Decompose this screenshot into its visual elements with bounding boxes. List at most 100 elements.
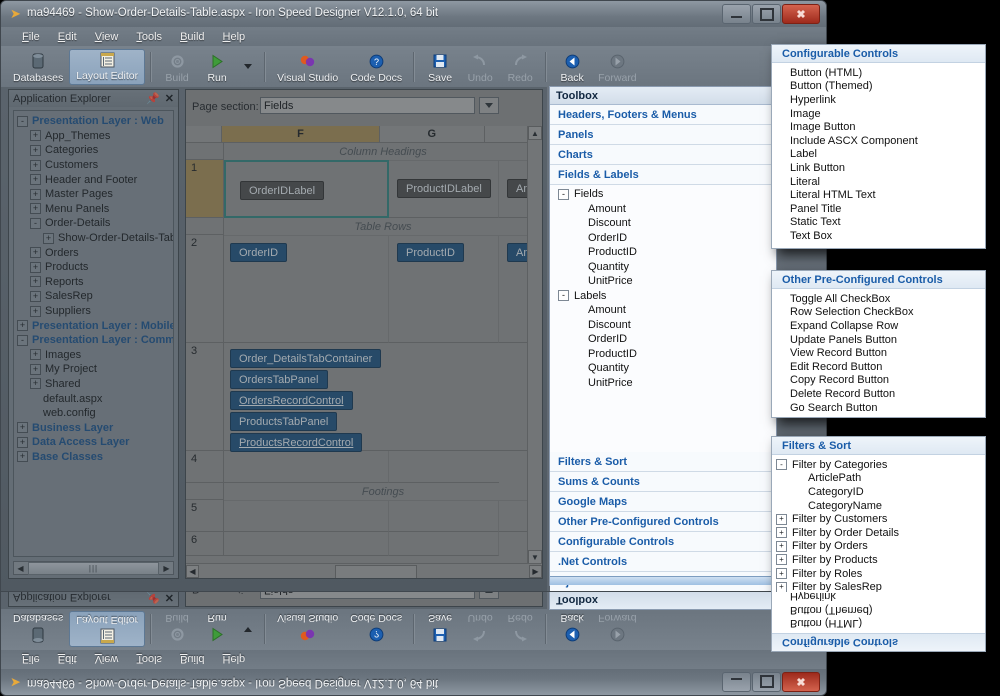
expand-icon[interactable]: +: [30, 160, 41, 171]
redo-button[interactable]: Redo: [500, 48, 540, 86]
grid-cell-F2[interactable]: OrderID: [224, 235, 389, 343]
row-header-1[interactable]: 1: [186, 160, 224, 218]
tree-node-images[interactable]: +Images: [17, 348, 173, 363]
expand-icon[interactable]: +: [30, 247, 41, 258]
toolbox-section-sums-counts[interactable]: Sums & Counts: [550, 472, 776, 492]
menu-item-help[interactable]: Help: [214, 30, 255, 44]
tree-node-shared[interactable]: +Shared: [17, 377, 173, 392]
reflection-minimize-button[interactable]: [722, 672, 751, 692]
collapse-icon[interactable]: -: [776, 459, 787, 470]
popup-item-row-selection-checkbox[interactable]: Row Selection CheckBox: [772, 306, 985, 320]
tree-node-salesrep[interactable]: +SalesRep: [17, 289, 173, 304]
run-dropdown-button[interactable]: [237, 48, 259, 86]
control-order-detailstabcontainer[interactable]: Order_DetailsTabContainer: [230, 349, 381, 368]
scroll-left-icon[interactable]: ◀: [186, 565, 199, 578]
column-header-blank-0[interactable]: [186, 126, 222, 143]
build-button[interactable]: Build: [157, 48, 197, 86]
menu-item-file[interactable]: File: [13, 30, 49, 44]
toolbox-item-discount[interactable]: Discount: [554, 318, 776, 333]
reflection-popup-item-list[interactable]: Button (HTML)Button (Themed)HyperlinkIma…: [772, 592, 985, 633]
reflection-undo-button[interactable]: Undo: [460, 611, 500, 649]
save-button[interactable]: Save: [420, 48, 460, 86]
grid-cell-G6[interactable]: [389, 532, 499, 556]
toolbox-item-amount[interactable]: Amount: [554, 202, 776, 217]
scroll-thumb[interactable]: |||: [28, 562, 159, 575]
grid-cell-G2[interactable]: ProductID: [389, 235, 499, 343]
control-productidlabel[interactable]: ProductIDLabel: [397, 179, 491, 198]
code-docs-button[interactable]: ?Code Docs: [344, 48, 408, 86]
reflection-menu-item-edit[interactable]: Edit: [49, 653, 86, 667]
expand-icon[interactable]: +: [30, 349, 41, 360]
tree-node-app-themes[interactable]: +App_Themes: [17, 129, 173, 144]
popup-item-button-themed-[interactable]: Button (Themed): [772, 80, 985, 94]
expand-icon[interactable]: +: [30, 203, 41, 214]
reflection-close-icon[interactable]: ✕: [165, 592, 174, 604]
grid-cell-F4[interactable]: [224, 451, 389, 483]
minimize-button[interactable]: [722, 4, 751, 24]
popup-item-filter-by-orders[interactable]: +Filter by Orders: [772, 540, 985, 554]
expand-icon[interactable]: +: [30, 174, 41, 185]
reflection-menu-item-build[interactable]: Build: [171, 653, 213, 667]
tree-node-order-details[interactable]: -Order-Details: [17, 216, 173, 231]
toolbox-item-unitprice[interactable]: UnitPrice: [554, 274, 776, 289]
tree-node-master-pages[interactable]: +Master Pages: [17, 187, 173, 202]
toolbox-item-unitprice[interactable]: UnitPrice: [554, 376, 776, 391]
reflection-databases-button[interactable]: Databases: [7, 611, 69, 649]
toolbox-section-filters-sort[interactable]: Filters & Sort: [550, 452, 776, 472]
reflection-run-button[interactable]: Run: [197, 611, 237, 649]
tree-node-reports[interactable]: +Reports: [17, 275, 173, 290]
expand-icon[interactable]: +: [776, 527, 787, 538]
popup-item-panel-title[interactable]: Panel Title: [772, 202, 985, 216]
application-explorer-tree[interactable]: -Presentation Layer : Web+App_Themes+Cat…: [13, 110, 174, 557]
canvas-vscrollbar[interactable]: ▲ ▼: [527, 126, 542, 564]
menu-item-edit[interactable]: Edit: [49, 30, 86, 44]
grid-cell-G4[interactable]: [389, 451, 499, 483]
collapse-icon[interactable]: -: [17, 116, 28, 127]
popup-item-list[interactable]: Button (HTML)Button (Themed)HyperlinkIma…: [772, 63, 985, 247]
control-productstabpanel[interactable]: ProductsTabPanel: [230, 412, 337, 431]
tree-node-suppliers[interactable]: +Suppliers: [17, 304, 173, 319]
page-section-dropdown-arrow[interactable]: [479, 97, 499, 114]
control-orderstabpanel[interactable]: OrdersTabPanel: [230, 370, 328, 389]
reflection-popup-item-hyperlink[interactable]: Hyperlink: [772, 592, 985, 603]
popup-item-categoryid[interactable]: CategoryID: [772, 485, 985, 499]
popup-item-hyperlink[interactable]: Hyperlink: [772, 93, 985, 107]
tree-node-business-layer[interactable]: +Business Layer: [17, 420, 173, 435]
expand-icon[interactable]: +: [30, 306, 41, 317]
expand-icon[interactable]: +: [776, 582, 787, 593]
scroll-right-icon[interactable]: ▶: [160, 562, 173, 574]
tree-node-my-project[interactable]: +My Project: [17, 362, 173, 377]
reflection-back-button[interactable]: Back: [552, 611, 592, 649]
reflection-menu-item-help[interactable]: Help: [214, 653, 255, 667]
control-productid[interactable]: ProductID: [397, 243, 464, 262]
toolbox-item-orderid[interactable]: OrderID: [554, 231, 776, 246]
popup-item-filter-by-categories[interactable]: -Filter by Categories: [772, 458, 985, 472]
collapse-icon[interactable]: -: [558, 290, 569, 301]
expand-icon[interactable]: +: [30, 262, 41, 273]
reflection-close-button[interactable]: ✖: [782, 672, 820, 692]
tree-node-presentation-layer-mobile[interactable]: +Presentation Layer : Mobile: [17, 318, 173, 333]
popup-item-go-search-button[interactable]: Go Search Button: [772, 401, 985, 415]
scroll-right-icon[interactable]: ▶: [529, 565, 542, 578]
row-header-3[interactable]: 3: [186, 343, 224, 451]
tree-node-customers[interactable]: +Customers: [17, 158, 173, 173]
toolbox-section-charts[interactable]: Charts: [550, 145, 776, 165]
toolbox-section-fields-labels[interactable]: Fields & Labels: [550, 165, 776, 185]
menu-item-build[interactable]: Build: [171, 30, 213, 44]
tree-node-show-order-details-table-asp[interactable]: +Show-Order-Details-Table.asp: [17, 231, 173, 246]
scroll-up-icon[interactable]: ▲: [528, 126, 542, 140]
expand-icon[interactable]: +: [30, 378, 41, 389]
popup-item-literal[interactable]: Literal: [772, 175, 985, 189]
reflection-build-button[interactable]: Build: [157, 611, 197, 649]
reflection-popup-item-button-html-[interactable]: Button (HTML): [772, 616, 985, 630]
reflection-page-section-select[interactable]: Fields: [260, 592, 475, 599]
expand-icon[interactable]: +: [30, 145, 41, 156]
layout-editor-button[interactable]: Layout Editor: [69, 49, 145, 85]
toolbox-fields-labels-tree[interactable]: -FieldsAmountDiscountOrderIDProductIDQua…: [550, 185, 776, 390]
popup-item-include-ascx-component[interactable]: Include ASCX Component: [772, 134, 985, 148]
expand-icon[interactable]: +: [17, 422, 28, 433]
canvas-hscrollbar[interactable]: ◀ ▶: [186, 563, 542, 578]
column-header-F[interactable]: F: [222, 126, 379, 143]
collapse-icon[interactable]: -: [558, 189, 569, 200]
popup-item-filter-by-order-details[interactable]: +Filter by Order Details: [772, 526, 985, 540]
